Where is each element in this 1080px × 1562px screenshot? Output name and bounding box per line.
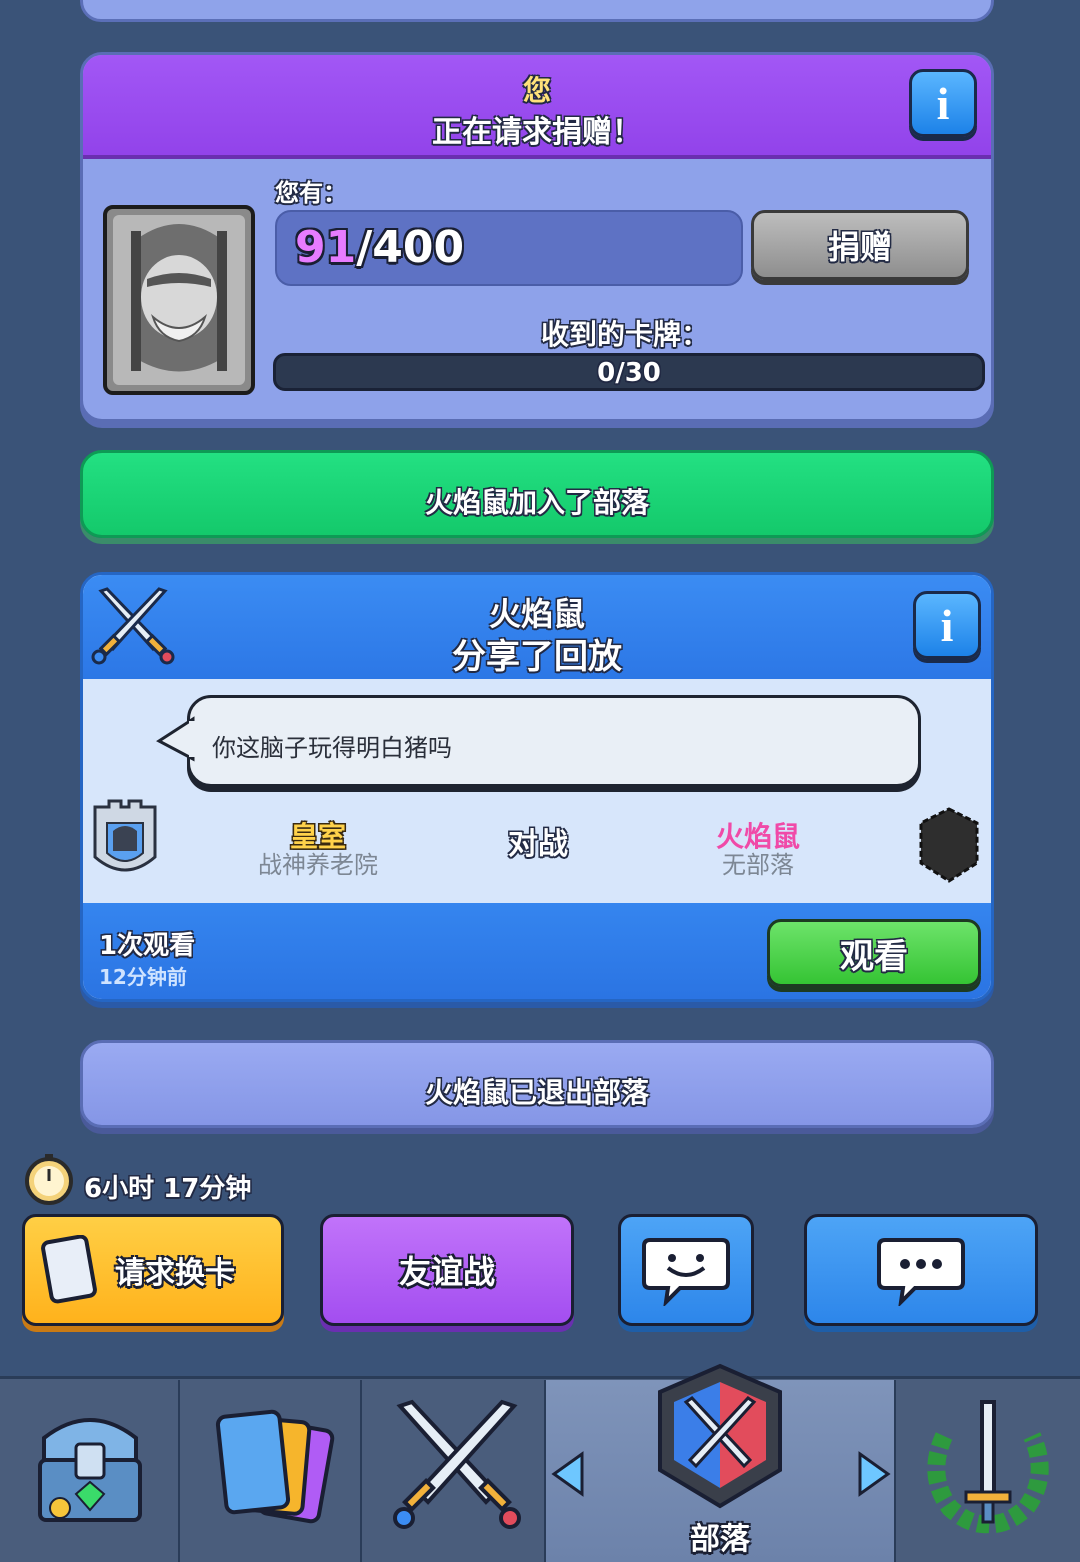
you-have-label: 您有：	[275, 179, 347, 207]
donate-button[interactable]: 捐赠	[751, 210, 969, 280]
replay-comment-text: 你这脑子玩得明白猪吗	[212, 734, 452, 762]
received-cards-label: 收到的卡牌：	[540, 318, 709, 351]
replay-comment-bubble: 你这脑子玩得明白猪吗	[187, 695, 921, 787]
replay-footer: 1次观看 12分钟前 观看	[83, 903, 991, 999]
right-player-clan: 无部落	[722, 851, 794, 879]
nav-tab-shop[interactable]	[0, 1380, 180, 1562]
donation-info-button[interactable]: i	[909, 69, 977, 137]
request-card-button[interactable]: 请求换卡	[22, 1214, 284, 1326]
emote-button[interactable]	[618, 1214, 754, 1326]
donation-header-name: 您	[522, 74, 551, 107]
card-count: 91/400	[295, 222, 464, 273]
no-clan-badge-icon	[919, 807, 979, 883]
card-portrait	[103, 205, 255, 395]
nav-tab-cards[interactable]	[180, 1380, 362, 1562]
knight-portrait-icon	[107, 209, 251, 391]
card-count-total: /400	[356, 222, 465, 273]
speech-bubble-tail	[156, 716, 195, 762]
card-icon	[41, 1235, 97, 1304]
replay-action: 分享了回放	[452, 637, 622, 677]
info-icon: i	[940, 599, 954, 651]
previous-card-bottom	[80, 0, 994, 22]
replay-card: 火焰鼠 分享了回放 i 你这脑子玩得明白猪吗 皇室 战神养老院 对战 火焰鼠 无…	[80, 572, 994, 1002]
versus-label: 对战	[508, 827, 568, 862]
nav-tab-events[interactable]	[896, 1380, 1080, 1562]
info-icon: i	[936, 77, 950, 129]
card-count-box: 91/400	[275, 210, 743, 286]
friendly-battle-button[interactable]: 友谊战	[320, 1214, 574, 1326]
clan-left-banner: 火焰鼠已退出部落	[80, 1040, 994, 1128]
clan-shield-icon	[658, 1363, 782, 1509]
timer-text: 6小时 17分钟	[84, 1174, 252, 1204]
nav-tab-battle[interactable]	[362, 1380, 546, 1562]
clan-badge-icon	[93, 799, 157, 872]
donation-header: 您 正在请求捐赠！ i	[83, 55, 991, 159]
cards-deck-icon	[215, 1409, 335, 1524]
smiley-chat-icon	[642, 1238, 730, 1306]
replay-time-ago: 12分钟前	[99, 965, 187, 989]
replay-info-button[interactable]: i	[913, 591, 981, 659]
chat-bubble-icon	[877, 1238, 965, 1306]
request-card-label: 请求换卡	[115, 1256, 235, 1291]
replay-header: 火焰鼠 分享了回放 i	[83, 575, 991, 679]
clan-joined-text: 火焰鼠加入了部落	[424, 486, 649, 519]
laurel-sword-icon	[927, 1400, 1049, 1534]
donation-request-card: 您 正在请求捐赠！ i 您有： 91/400 捐赠 收到的卡牌： 0/30	[80, 52, 994, 422]
left-player-clan: 战神养老院	[258, 851, 378, 879]
arrow-left-icon[interactable]	[550, 1450, 586, 1498]
treasure-chest-icon	[38, 1418, 142, 1522]
stopwatch-icon	[25, 1154, 73, 1205]
received-progress-bar: 0/30	[273, 353, 985, 391]
card-count-have: 91	[295, 222, 357, 273]
battle-swords-icon	[393, 1399, 521, 1529]
nav-active-label: 部落	[690, 1522, 750, 1557]
chat-button[interactable]	[804, 1214, 1038, 1326]
clan-joined-banner: 火焰鼠加入了部落	[80, 450, 994, 538]
arrow-right-icon[interactable]	[856, 1450, 892, 1498]
watch-replay-button[interactable]: 观看	[767, 919, 981, 987]
nav-tab-clan[interactable]: 部落	[546, 1363, 896, 1562]
clan-left-text: 火焰鼠已退出部落	[424, 1076, 649, 1109]
received-progress-text: 0/30	[597, 358, 661, 388]
donation-header-text: 正在请求捐赠！	[432, 115, 642, 150]
replay-views: 1次观看	[99, 931, 196, 961]
